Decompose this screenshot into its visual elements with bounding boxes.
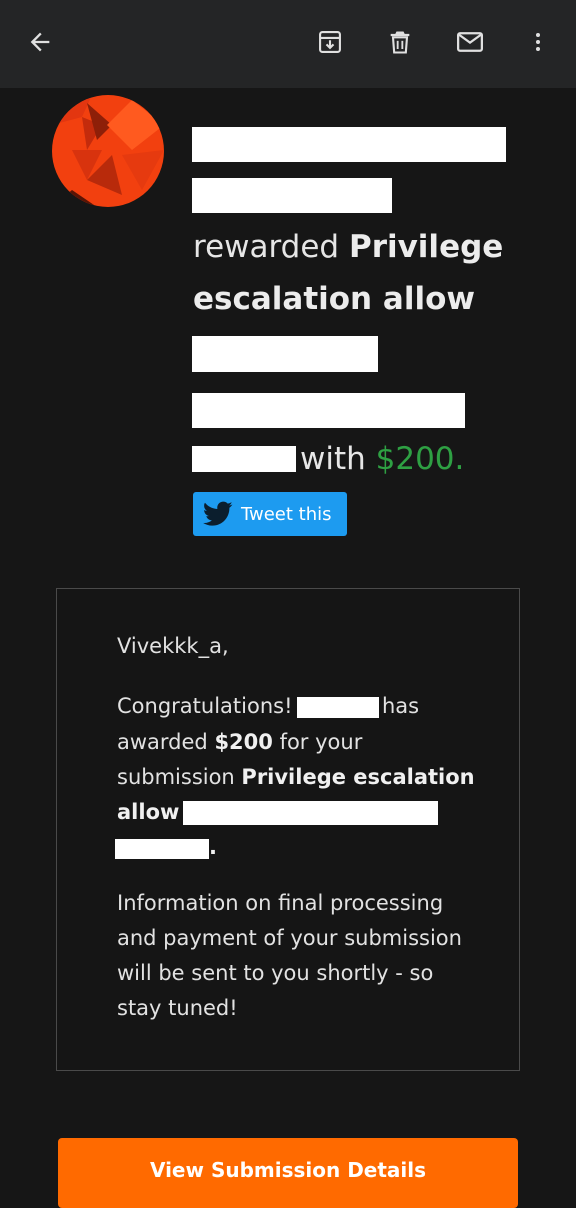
redaction-block [297,697,379,718]
view-submission-details-label: View Submission Details [149,1158,427,1182]
info-text: and payment of your submission [117,926,462,950]
info-text: will be sent to you shortly - so [117,961,434,985]
message-line: Congratulations! [117,689,293,724]
sender-logo-icon [52,95,164,207]
message-text: has [382,694,420,718]
message-card: Vivekkk_a, Congratulations! has awarded … [56,588,520,1071]
message-line: submission Privilege escalation [117,760,475,795]
headline-text: with [300,441,376,477]
tweet-this-label: Tweet this [241,503,332,525]
mail-icon[interactable] [448,20,492,64]
trash-icon[interactable] [378,20,422,64]
redaction-block [192,336,378,372]
headline-line: with $200. [300,433,464,485]
redaction-block [115,839,209,859]
back-arrow-icon[interactable] [18,20,62,64]
greeting-text: Vivekkk_a, [117,634,229,658]
headline-line: rewarded Privilege [193,221,503,273]
message-text: . [209,835,217,859]
twitter-bird-icon [203,501,233,526]
message-text: submission [117,765,242,789]
message-text: for your [272,730,363,754]
message-text: awarded [117,730,215,754]
submission-title: escalation allow [193,281,476,317]
more-vert-icon[interactable] [516,20,560,64]
redaction-block [192,393,465,428]
archive-icon[interactable] [308,20,352,64]
headline-line: escalation allow [193,273,475,325]
redaction-block [192,178,392,213]
redaction-block [183,801,438,825]
submission-title: Privilege [348,229,504,265]
message-line: . [209,830,217,865]
congrats-text: Congratulations! [117,694,293,718]
view-submission-details-button[interactable]: View Submission Details [58,1138,518,1208]
reward-amount: $200. [375,441,465,477]
message-line: awarded $200 for your [117,725,362,760]
top-app-bar [0,0,576,88]
tweet-this-button[interactable]: Tweet this [193,492,347,536]
submission-title: Privilege escalation [241,765,475,789]
headline-text: rewarded [193,229,349,265]
redaction-block [192,127,506,162]
info-text: stay tuned! [117,996,238,1020]
info-text: Information on final processing [117,891,444,915]
submission-title: allow [117,800,180,824]
sender-avatar [52,95,164,207]
redaction-block [192,446,296,472]
award-amount: $200 [214,730,273,754]
message-line: allow [117,795,179,830]
